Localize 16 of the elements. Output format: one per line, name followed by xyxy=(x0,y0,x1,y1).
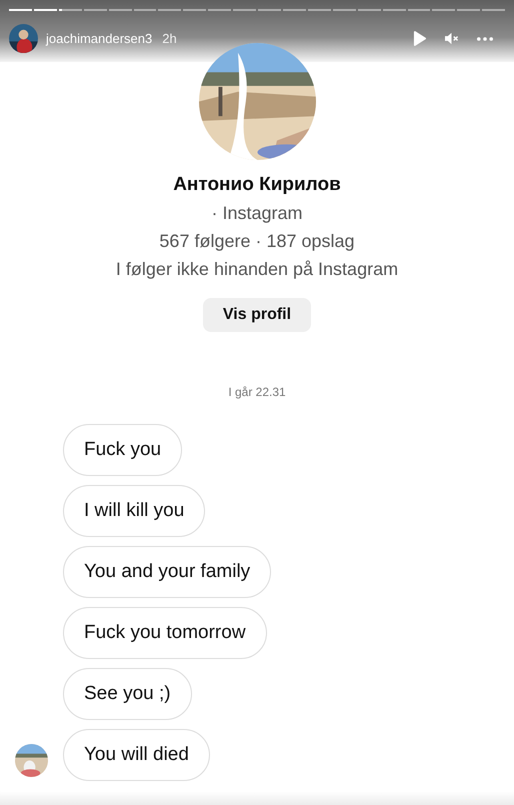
play-icon[interactable] xyxy=(413,31,426,46)
mute-icon[interactable] xyxy=(444,32,459,45)
message-bubble: You and your family xyxy=(63,546,272,598)
profile-source: · Instagram xyxy=(211,203,303,224)
message-bubble: I will kill you xyxy=(63,485,206,537)
profile-name: Антонио Кирилов xyxy=(173,174,341,196)
more-icon[interactable] xyxy=(477,36,493,40)
message-bubble: Fuck you xyxy=(63,424,182,476)
message-bubble: See you ;) xyxy=(63,668,192,720)
message-bubble: Fuck you tomorrow xyxy=(63,607,267,659)
post-time: 2h xyxy=(162,31,177,46)
message-timestamp: I går 22.31 xyxy=(227,385,287,399)
view-profile-button[interactable]: Vis profil xyxy=(202,298,312,332)
profile-stats: 567 følgere · 187 opslag xyxy=(159,231,355,252)
follow-status: I følger ikke hinanden på Instagram xyxy=(116,259,398,280)
message-bubble: You will died xyxy=(63,729,210,781)
